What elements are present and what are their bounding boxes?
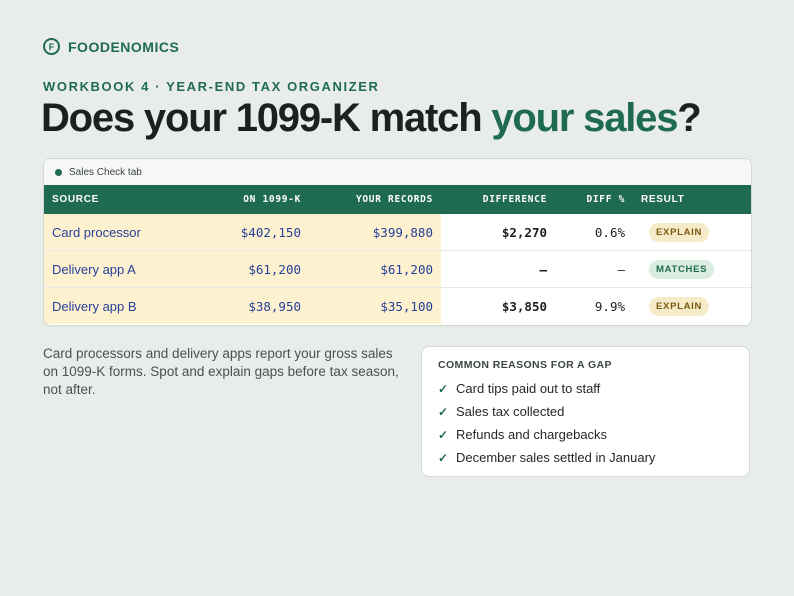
tab-dot-icon <box>55 168 62 176</box>
reasons-list: ✓ Card tips paid out to staff ✓ Sales tax … <box>438 377 733 469</box>
result-badge-explain: EXPLAIN <box>649 296 710 316</box>
cell-result: EXPLAIN <box>633 287 751 324</box>
table-row: Card processor $402,150 $399,880 $2,270 … <box>44 214 751 251</box>
title-part-2: ? <box>677 96 701 140</box>
cell-result: MATCHES <box>633 250 751 288</box>
sales-check-table: SOURCE ON 1099-K YOUR RECORDS DIFFERENCE… <box>44 185 751 324</box>
col-header-result: RESULT <box>633 185 751 214</box>
brand-logo-icon: F <box>43 38 60 55</box>
cell-on-1099k[interactable]: $38,950 <box>191 287 309 324</box>
cell-diff-pct: 9.9% <box>555 287 633 324</box>
check-icon: ✓ <box>438 450 449 465</box>
reason-text: Refunds and chargebacks <box>456 427 608 442</box>
col-header-source: SOURCE <box>44 185 191 214</box>
cell-result: EXPLAIN <box>633 214 751 251</box>
cell-difference: – <box>441 250 555 288</box>
cell-your-records[interactable]: $399,880 <box>309 214 441 251</box>
page-title: Does your 1099-K match your sales? <box>41 96 702 141</box>
table-header-row: SOURCE ON 1099-K YOUR RECORDS DIFFERENCE… <box>44 185 751 214</box>
list-item: ✓ Sales tax collected <box>438 400 733 423</box>
title-part-1: Does your 1099-K match <box>41 96 492 140</box>
sheet-tab[interactable]: Sales Check tab <box>44 159 751 185</box>
reason-text: December sales settled in January <box>456 450 656 465</box>
col-header-diff-pct: DIFF % <box>555 185 633 214</box>
result-badge-explain: EXPLAIN <box>649 222 710 242</box>
cell-your-records[interactable]: $35,100 <box>309 287 441 324</box>
brand: F FOODENOMICS <box>43 38 179 55</box>
result-badge-matches: MATCHES <box>649 259 715 279</box>
workbook-kicker: WORKBOOK 4 · YEAR-END TAX ORGANIZER <box>43 79 380 94</box>
check-icon: ✓ <box>438 404 449 419</box>
reason-text: Sales tax collected <box>456 404 565 419</box>
cell-source[interactable]: Delivery app B <box>44 287 191 324</box>
reason-text: Card tips paid out to staff <box>456 381 601 396</box>
cell-source[interactable]: Card processor <box>44 214 191 251</box>
check-icon: ✓ <box>438 381 449 396</box>
list-item: ✓ December sales settled in January <box>438 446 733 469</box>
col-header-on-1099k: ON 1099-K <box>191 185 309 214</box>
reasons-card: COMMON REASONS FOR A GAP ✓ Card tips paid… <box>421 346 750 477</box>
check-icon: ✓ <box>438 427 449 442</box>
list-item: ✓ Refunds and chargebacks <box>438 423 733 446</box>
cell-difference: $2,270 <box>501 224 547 240</box>
cell-on-1099k[interactable]: $61,200 <box>191 250 309 288</box>
reasons-title: COMMON REASONS FOR A GAP <box>438 359 612 371</box>
sheet-tab-label: Sales Check tab <box>69 166 142 178</box>
spreadsheet-panel: Sales Check tab SOURCE ON 1099-K YOUR RE… <box>43 158 752 326</box>
list-item: ✓ Card tips paid out to staff <box>438 377 733 400</box>
brand-name: FOODENOMICS <box>68 38 180 55</box>
table-row: Delivery app B $38,950 $35,100 $3,850 9.… <box>44 287 751 324</box>
cell-source[interactable]: Delivery app A <box>44 250 191 288</box>
cell-on-1099k[interactable]: $402,150 <box>191 214 309 251</box>
cell-diff-pct: 0.6% <box>594 224 625 240</box>
col-header-your-records: YOUR RECORDS <box>309 185 441 214</box>
table-row: Delivery app A $61,200 $61,200 – – MATCH… <box>44 250 751 288</box>
cell-your-records[interactable]: $61,200 <box>309 250 441 288</box>
title-accent: your sales <box>491 96 678 140</box>
cell-diff-pct: – <box>555 250 633 288</box>
cell-difference: $3,850 <box>441 287 555 324</box>
intro-paragraph: Card processors and delivery apps report… <box>43 346 399 397</box>
col-header-difference: DIFFERENCE <box>441 185 555 214</box>
